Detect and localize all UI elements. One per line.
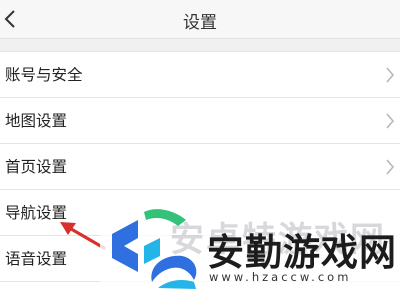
chevron-right-icon <box>386 159 395 175</box>
chevron-right-icon <box>386 113 395 129</box>
settings-item-label: 地图设置 <box>5 112 68 130</box>
settings-item-label: 首页设置 <box>5 158 68 176</box>
page-title: 设置 <box>183 13 217 33</box>
settings-item-label: 语音设置 <box>5 250 68 268</box>
settings-item-label: 账号与安全 <box>5 66 83 84</box>
settings-item-home[interactable]: 首页设置 <box>0 144 400 190</box>
title-bar: 设置 <box>0 0 400 39</box>
section-gap <box>0 39 400 52</box>
watermark-site-name: 安勤游戏网 <box>207 231 397 274</box>
watermark-logo <box>112 209 197 289</box>
settings-item-map[interactable]: 地图设置 <box>0 98 400 144</box>
watermark-url: www.hzaccw.com <box>209 270 352 284</box>
settings-item-account-security[interactable]: 账号与安全 <box>0 52 400 98</box>
settings-item-label: 导航设置 <box>5 204 68 222</box>
chevron-right-icon <box>386 67 395 83</box>
